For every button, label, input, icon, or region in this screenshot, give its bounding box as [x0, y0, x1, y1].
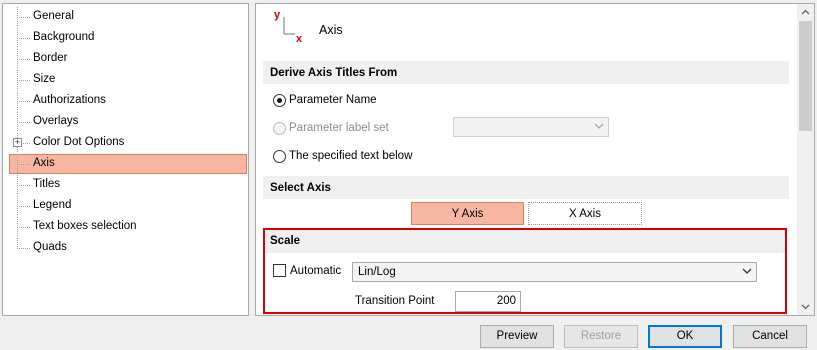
preview-button[interactable]: Preview — [480, 325, 554, 348]
tree-connector — [17, 112, 31, 132]
tree-item-general[interactable]: General — [7, 7, 247, 27]
tree-item-text-boxes-selection[interactable]: Text boxes selection — [7, 217, 247, 237]
tree-connector — [17, 70, 31, 90]
scale-type-value: Lin/Log — [358, 266, 396, 278]
tree-item-label: Overlays — [33, 115, 79, 127]
tree-connector — [17, 175, 31, 195]
axis-icon-x: x — [296, 33, 303, 43]
axis-settings-panel: y x Axis Derive Axis Titles From Paramet… — [255, 3, 815, 316]
vertical-scrollbar[interactable] — [797, 4, 814, 315]
tree-item-label: Quads — [33, 241, 67, 253]
tree-connector — [17, 196, 31, 216]
tree-item-label: Background — [33, 31, 95, 43]
tree-connector — [17, 28, 31, 48]
tree-item-legend[interactable]: Legend — [7, 196, 247, 216]
tree-connector — [17, 154, 31, 174]
select-axis-header: Select Axis — [263, 176, 789, 199]
tree-item-label: Legend — [33, 199, 72, 211]
derive-section-header: Derive Axis Titles From — [263, 61, 789, 84]
axis-icon: y x — [274, 9, 303, 43]
tree-connector — [17, 91, 31, 111]
tree-item-label: Titles — [33, 178, 61, 190]
tab-x-axis[interactable]: X Axis — [528, 202, 642, 225]
tree-item-titles[interactable]: Titles — [7, 175, 247, 195]
scale-header: Scale — [265, 230, 785, 253]
expand-plus-icon[interactable]: + — [13, 138, 22, 147]
automatic-label: Automatic — [290, 265, 342, 277]
radio-button[interactable] — [273, 94, 286, 107]
tree-item-authorizations[interactable]: Authorizations — [7, 91, 247, 111]
cancel-button[interactable]: Cancel — [733, 325, 807, 348]
tree-item-axis[interactable]: Axis — [7, 154, 247, 174]
tree-item-color-dot-options[interactable]: + Color Dot Options — [7, 133, 247, 153]
tree-item-label: Border — [33, 52, 68, 64]
tree-item-label: Color Dot Options — [33, 136, 125, 148]
axis-icon-y: y — [274, 9, 281, 21]
chevron-down-icon — [594, 123, 604, 129]
scale-section: Scale Automatic Lin/Log Transition Point… — [263, 228, 787, 314]
tree-connector — [17, 7, 31, 27]
tree-item-border[interactable]: Border — [7, 49, 247, 69]
tree-item-label: Size — [33, 73, 56, 85]
radio-label: Parameter label set — [289, 122, 389, 134]
automatic-checkbox[interactable] — [273, 264, 286, 277]
tree-item-size[interactable]: Size — [7, 70, 247, 90]
radio-label: Parameter Name — [289, 94, 377, 106]
tree-connector — [17, 49, 31, 69]
tree-item-label: General — [33, 10, 74, 22]
tree-item-overlays[interactable]: Overlays — [7, 112, 247, 132]
tree-item-background[interactable]: Background — [7, 28, 247, 48]
tree-item-quads[interactable]: Quads — [7, 238, 247, 258]
tree-connector — [17, 217, 31, 237]
radio-button[interactable] — [273, 122, 286, 135]
tree-connector — [17, 238, 31, 249]
scale-type-dropdown[interactable]: Lin/Log — [352, 262, 757, 282]
chevron-down-icon — [742, 268, 752, 274]
settings-tree: General Background Border Size Authoriza… — [2, 3, 249, 316]
tree-item-label: Authorizations — [33, 94, 106, 106]
page-title: Axis — [319, 23, 343, 37]
label-set-dropdown[interactable] — [453, 117, 609, 137]
scroll-down-icon[interactable] — [797, 298, 814, 315]
transition-point-label: Transition Point — [355, 295, 435, 307]
ok-button[interactable]: OK — [648, 325, 722, 348]
scrollbar-thumb[interactable] — [799, 21, 812, 131]
tree-item-label: Text boxes selection — [33, 220, 137, 232]
transition-point-input[interactable]: 200 — [455, 291, 521, 312]
radio-label: The specified text below — [289, 150, 413, 162]
tree-item-label: Axis — [33, 157, 55, 169]
radio-button[interactable] — [273, 150, 286, 163]
tab-y-axis[interactable]: Y Axis — [411, 202, 524, 225]
restore-button[interactable]: Restore — [564, 325, 638, 348]
scroll-up-icon[interactable] — [797, 4, 814, 21]
